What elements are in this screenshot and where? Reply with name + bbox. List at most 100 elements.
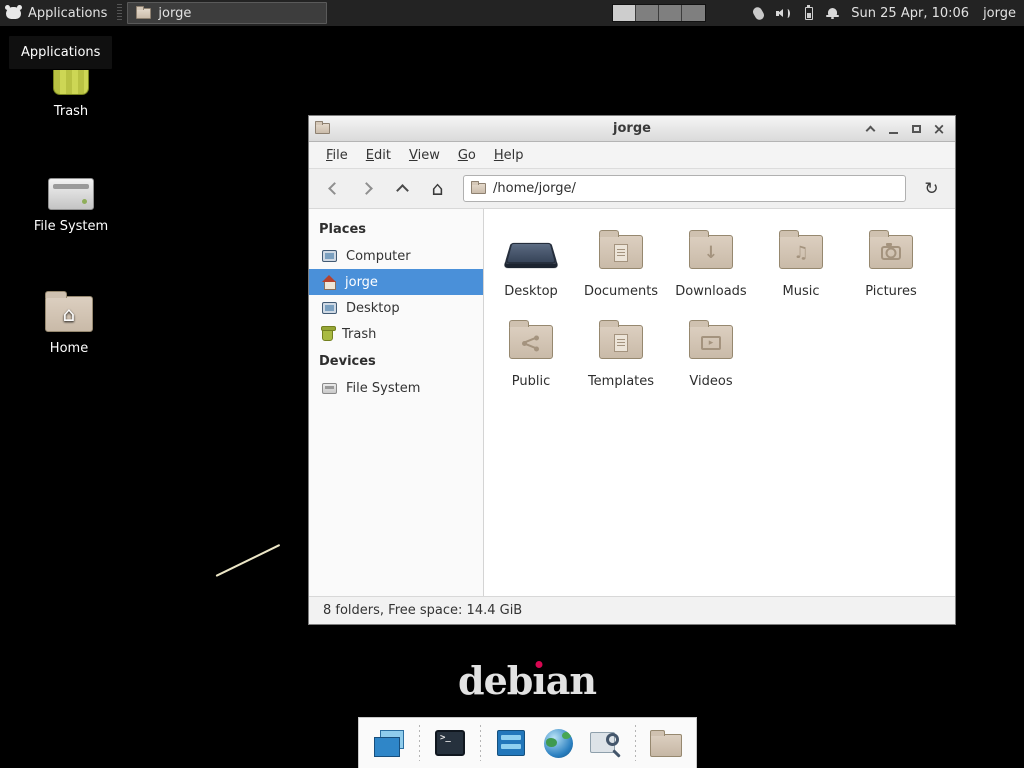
workspace-3[interactable] [659, 5, 682, 21]
trash-icon [322, 328, 333, 341]
reload-button[interactable]: ↻ [916, 174, 947, 204]
desktop-icon-file-system[interactable]: File System [27, 168, 115, 234]
volume-icon[interactable] [776, 7, 792, 20]
file-item-desktop[interactable]: Desktop [486, 222, 576, 312]
statusbar: 8 folders, Free space: 14.4 GiB [309, 596, 955, 624]
location-bar[interactable]: /home/jorge/ [463, 175, 906, 202]
home-icon [322, 275, 336, 289]
places-header: Places [309, 215, 483, 243]
workspace-2[interactable] [636, 5, 659, 21]
drive-icon [48, 178, 94, 210]
titlebar[interactable]: jorge × [309, 116, 955, 142]
close-button[interactable]: × [929, 119, 949, 138]
menu-edit[interactable]: Edit [357, 144, 400, 167]
folder-music-icon: ♫ [779, 235, 823, 269]
logo-text: deb [458, 658, 532, 703]
music-note-icon: ♫ [780, 238, 822, 268]
logo-i-red-dot: ı [532, 658, 545, 703]
up-button[interactable] [387, 174, 418, 204]
sidebar-item-label: Computer [346, 249, 411, 264]
forward-icon [360, 182, 373, 195]
taskbar-window-button[interactable]: jorge [127, 2, 327, 24]
minimize-button[interactable] [883, 119, 903, 138]
sidebar-item-desktop[interactable]: Desktop [309, 295, 483, 321]
window-title: jorge [309, 121, 955, 136]
menu-go[interactable]: Go [449, 144, 485, 167]
app-finder-button[interactable] [587, 723, 623, 763]
camera-icon [881, 246, 901, 260]
dock: >_ [358, 717, 697, 768]
file-item-videos[interactable]: ▸ Videos [666, 312, 756, 402]
file-item-documents[interactable]: Documents [576, 222, 666, 312]
workspace-1[interactable] [613, 5, 636, 21]
web-browser-button[interactable] [540, 723, 576, 763]
file-manager-button[interactable] [648, 723, 684, 763]
shade-icon [865, 125, 875, 135]
menubar: File Edit View Go Help [309, 142, 955, 169]
show-desktop-button[interactable] [371, 723, 407, 763]
file-item-downloads[interactable]: ↓ Downloads [666, 222, 756, 312]
file-item-templates[interactable]: Templates [576, 312, 666, 402]
up-icon [396, 184, 409, 197]
applications-menu-button[interactable]: Applications [0, 0, 117, 26]
file-view: Desktop Documents ↓ Downloads ♫ Music Pi… [484, 209, 955, 596]
menu-view[interactable]: View [400, 144, 449, 167]
desktop-workspace-icon [504, 243, 557, 264]
home-button[interactable]: ⌂ [422, 174, 453, 204]
file-label: Pictures [865, 284, 916, 299]
file-label: Videos [689, 374, 732, 389]
folder-videos-icon: ▸ [689, 325, 733, 359]
desktop-icon-home[interactable]: ⌂ Home [25, 288, 113, 356]
menu-file[interactable]: File [317, 144, 357, 167]
back-button[interactable] [317, 174, 348, 204]
sidebar-item-file-system[interactable]: File System [309, 375, 483, 401]
workspace-4[interactable] [682, 5, 705, 21]
sidebar-item-trash[interactable]: Trash [309, 321, 483, 347]
devices-header: Devices [309, 347, 483, 375]
folder-downloads-icon: ↓ [689, 235, 733, 269]
window-list-icon [497, 730, 525, 756]
share-icon [522, 335, 540, 351]
username-button[interactable]: jorge [983, 6, 1016, 21]
file-label: Templates [588, 374, 654, 389]
debian-logo: debıan [458, 658, 596, 703]
file-manager-window: jorge × File Edit View Go Help ⌂ /home/j… [308, 115, 956, 625]
xfce-logo-icon [6, 7, 21, 19]
file-item-public[interactable]: Public [486, 312, 576, 402]
document-page-icon [614, 244, 628, 262]
house-icon: ⌂ [46, 297, 92, 331]
sidebar-item-label: Desktop [346, 301, 400, 316]
window-controls: × [860, 119, 949, 138]
file-label: Documents [584, 284, 658, 299]
window-list-button[interactable] [493, 723, 529, 763]
sidebar-item-jorge[interactable]: jorge [309, 269, 483, 295]
terminal-icon: >_ [435, 730, 465, 756]
sidebar-item-label: jorge [345, 275, 378, 290]
terminal-button[interactable]: >_ [432, 723, 468, 763]
folder-icon [136, 8, 151, 19]
system-tray [754, 0, 839, 26]
file-item-music[interactable]: ♫ Music [756, 222, 846, 312]
power-icon[interactable] [805, 7, 813, 20]
file-label: Downloads [675, 284, 746, 299]
forward-button[interactable] [352, 174, 383, 204]
sidebar-item-label: Trash [342, 327, 376, 342]
sidebar-item-label: File System [346, 381, 420, 396]
clock[interactable]: Sun 25 Apr, 10:06 [851, 6, 969, 21]
mouse-status-icon[interactable] [752, 5, 766, 21]
file-label: Music [783, 284, 820, 299]
drive-icon [322, 383, 337, 394]
folder-documents-icon [599, 235, 643, 269]
notifications-bell-icon[interactable] [826, 7, 839, 20]
maximize-button[interactable] [906, 119, 926, 138]
folder-templates-icon [599, 325, 643, 359]
template-page-icon [614, 334, 628, 352]
window-body: Places Computer jorge Desktop Trash Devi… [309, 209, 955, 596]
file-item-pictures[interactable]: Pictures [846, 222, 936, 312]
sidebar-item-computer[interactable]: Computer [309, 243, 483, 269]
file-label: Desktop [504, 284, 558, 299]
shade-button[interactable] [860, 119, 880, 138]
top-panel: Applications jorge Sun 25 Apr, 10:06 jor… [0, 0, 1024, 26]
menu-help[interactable]: Help [485, 144, 533, 167]
diagonal-line-artifact [216, 544, 281, 577]
